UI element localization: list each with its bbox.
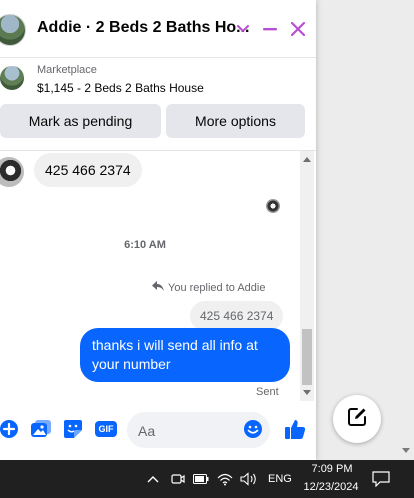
clock-time[interactable]: 7:09 PM bbox=[306, 463, 358, 475]
listing-title: $1,145 - 2 Beds 2 Baths House bbox=[37, 81, 204, 95]
message-list: 425 466 2374 6:10 AM You replied to Addi… bbox=[0, 151, 300, 401]
minimize-icon[interactable] bbox=[257, 14, 283, 44]
sender-avatar[interactable] bbox=[0, 157, 24, 187]
listing-actions: Mark as pending More options bbox=[0, 104, 316, 144]
scroll-down-arrow-icon[interactable] bbox=[303, 390, 311, 395]
emoji-icon[interactable] bbox=[242, 418, 264, 440]
volume-icon[interactable] bbox=[240, 471, 258, 487]
seen-indicator-avatar bbox=[266, 199, 280, 213]
marketplace-listing[interactable]: Marketplace $1,145 - 2 Beds 2 Baths Hous… bbox=[0, 58, 316, 104]
gif-label: GIF bbox=[95, 421, 117, 437]
reply-note: You replied to Addie bbox=[152, 281, 265, 294]
listing-thumbnail[interactable] bbox=[0, 66, 24, 90]
quoted-message[interactable]: 425 466 2374 bbox=[190, 301, 284, 331]
message-scrollbar[interactable] bbox=[300, 151, 314, 401]
wifi-icon[interactable] bbox=[217, 471, 233, 487]
contact-avatar[interactable] bbox=[0, 14, 26, 46]
incoming-message[interactable]: 425 466 2374 bbox=[34, 153, 142, 187]
photo-icon[interactable] bbox=[30, 418, 52, 440]
compose-icon bbox=[346, 406, 368, 433]
language-indicator[interactable]: ENG bbox=[268, 473, 292, 485]
chevron-down-icon[interactable] bbox=[230, 14, 256, 44]
message-status: Sent bbox=[256, 386, 279, 398]
message-input-placeholder: Aa bbox=[138, 423, 156, 439]
scroll-down-arrow-icon[interactable] bbox=[402, 448, 410, 453]
message-composer: GIF Aa bbox=[0, 405, 316, 455]
battery-icon[interactable] bbox=[193, 471, 209, 487]
windows-taskbar: ENG 7:09 PM 12/23/2024 bbox=[0, 460, 414, 498]
thumbs-up-icon[interactable] bbox=[282, 418, 308, 440]
close-icon[interactable] bbox=[285, 14, 311, 44]
reply-icon bbox=[152, 281, 164, 294]
message-timestamp: 6:10 AM bbox=[124, 239, 166, 251]
reply-note-text: You replied to Addie bbox=[168, 281, 266, 294]
chat-title[interactable]: Addie · 2 Beds 2 Baths Ho... bbox=[37, 19, 249, 37]
mark-as-pending-button[interactable]: Mark as pending bbox=[0, 104, 161, 138]
meet-now-icon[interactable] bbox=[170, 471, 186, 487]
listing-source: Marketplace bbox=[37, 64, 97, 76]
chat-header[interactable]: Addie · 2 Beds 2 Baths Ho... bbox=[0, 0, 316, 58]
sticker-icon[interactable] bbox=[62, 418, 84, 440]
outgoing-message[interactable]: thanks i will send all info at your numb… bbox=[80, 328, 290, 382]
gif-icon[interactable]: GIF bbox=[94, 418, 118, 440]
new-message-button[interactable] bbox=[333, 395, 381, 443]
clock-date[interactable]: 12/23/2024 bbox=[298, 481, 364, 493]
notification-icon[interactable] bbox=[372, 471, 390, 487]
messenger-chat-window: Addie · 2 Beds 2 Baths Ho... Marketplace… bbox=[0, 0, 316, 460]
more-options-button[interactable]: More options bbox=[166, 104, 305, 138]
scroll-up-arrow-icon[interactable] bbox=[303, 157, 311, 162]
add-icon[interactable] bbox=[0, 418, 20, 440]
chevron-up-icon[interactable] bbox=[146, 471, 160, 487]
scrollbar-thumb[interactable] bbox=[302, 329, 312, 385]
